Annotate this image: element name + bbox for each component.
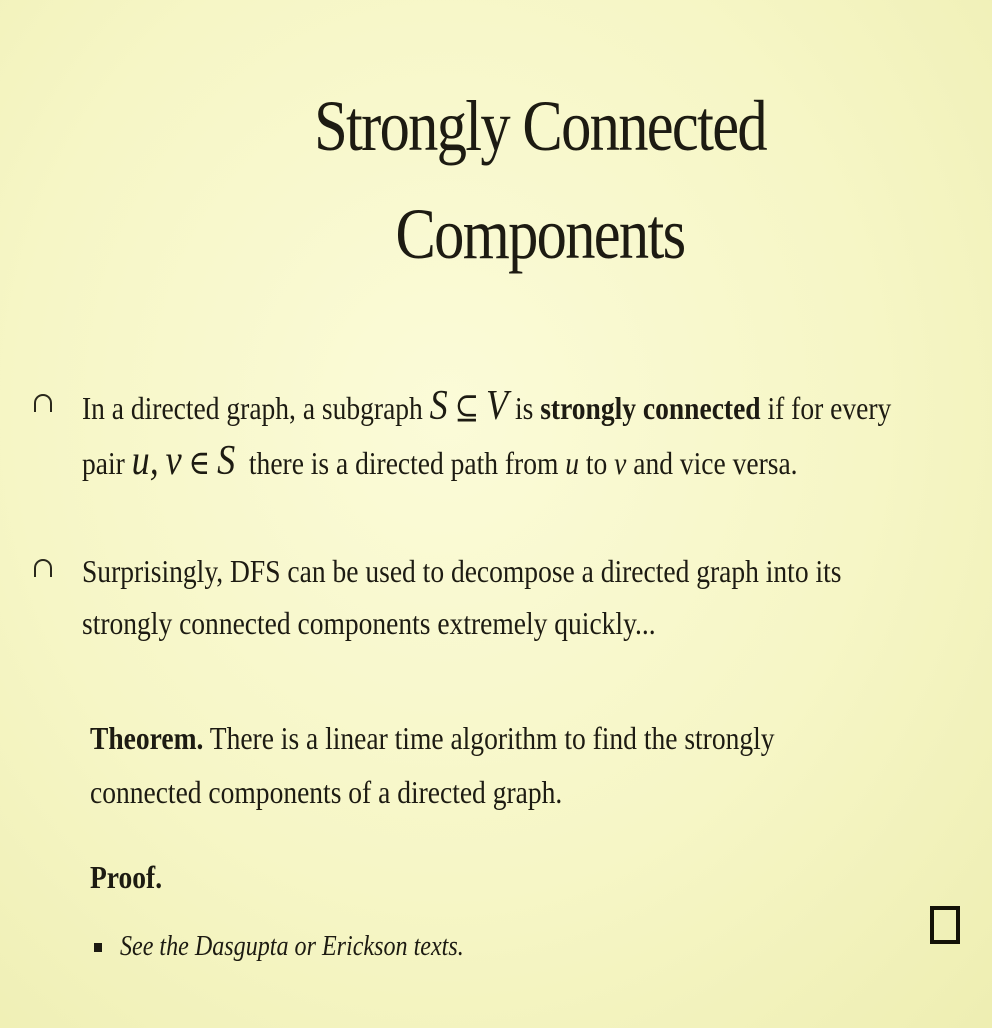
bullet-dfs: Surprisingly, DFS can be used to decompo… [34,545,974,649]
slide: Strongly Connected Components In a direc… [0,0,992,1028]
qed-box-icon [930,906,960,944]
bullet-marker-icon [34,559,52,577]
title-line-2: Components [395,194,687,274]
square-bullet-icon [94,943,102,952]
math-V: V [486,383,509,429]
proof-sub-bullet: See the Dasgupta or Erickson texts. [94,922,520,972]
slide-title: Strongly Connected Components [238,72,843,288]
bullet-marker-icon [34,394,52,412]
math-S: S [429,383,448,429]
theorem-label: Theorem. [90,720,204,756]
bullet-definition: In a directed graph, a subgraph S ⊆ V is… [34,380,974,490]
bullet-dfs-text: Surprisingly, DFS can be used to decompo… [82,553,842,641]
bullet-definition-text: In a directed graph, a subgraph S ⊆ V is… [82,383,892,484]
math-u: u [131,438,150,484]
math-subseteq: ⊆ [454,390,480,427]
math-S2: S [217,438,236,484]
math-in: ∈ [188,445,211,482]
title-line-1: Strongly Connected [314,86,768,166]
term-strongly-connected: strongly connected [540,390,761,426]
proof-label: Proof. [90,859,163,895]
math-v: v [165,438,182,484]
theorem-block: Theorem. There is a linear time algorith… [90,720,775,810]
